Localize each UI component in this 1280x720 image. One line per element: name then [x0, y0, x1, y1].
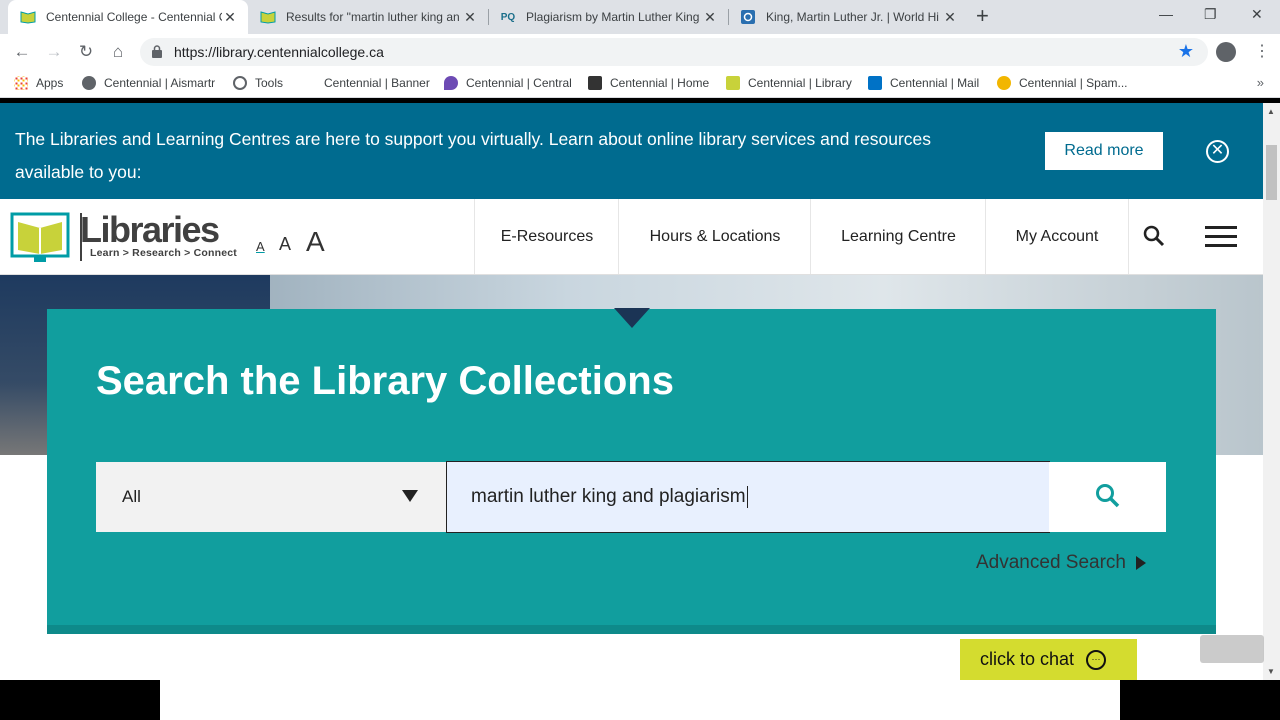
search-scope-select[interactable]: All	[96, 462, 447, 532]
tab-world-history[interactable]: King, Martin Luther Jr. | World Hi ✕	[728, 0, 968, 34]
arrow-right-icon	[1136, 556, 1146, 570]
c-logo-icon	[588, 76, 602, 90]
read-more-button[interactable]: Read more	[1045, 132, 1163, 170]
panel-notch	[614, 308, 650, 328]
bookmark-star-icon[interactable]: ★	[1178, 41, 1194, 62]
browser-toolbar: ← → ↻ ⌂ https://library.centennialcolleg…	[0, 34, 1280, 70]
scrollbar-thumb[interactable]	[1266, 145, 1277, 200]
library-favicon-icon	[726, 76, 740, 90]
library-favicon-icon	[260, 9, 276, 25]
bookmark-central[interactable]: Centennial | Central	[444, 76, 572, 90]
search-submit-button[interactable]	[1049, 462, 1166, 532]
bookmark-banner[interactable]: Centennial | Banner	[324, 76, 430, 90]
panel-footer-strip	[47, 625, 1216, 634]
page-viewport: The Libraries and Learning Centres are h…	[0, 103, 1263, 680]
video-overlay-controls[interactable]	[1200, 635, 1264, 663]
banner-message: The Libraries and Learning Centres are h…	[15, 129, 932, 182]
dropdown-caret-icon	[402, 490, 418, 502]
nav-e-resources[interactable]: E-Resources	[474, 199, 619, 274]
scope-selected-value: All	[122, 487, 141, 506]
font-size-small[interactable]: A	[256, 239, 265, 254]
location-pin-icon	[444, 76, 458, 90]
bookmarks-bar: Apps Centennial | Aismartr Tools Centenn…	[0, 70, 1280, 98]
close-tab-icon[interactable]: ✕	[942, 9, 958, 26]
browser-menu-icon[interactable]: ⋮	[1254, 42, 1270, 62]
bookmark-library[interactable]: Centennial | Library	[726, 76, 852, 90]
bookmark-spam[interactable]: Centennial | Spam...	[997, 76, 1128, 90]
close-tab-icon[interactable]: ✕	[462, 9, 478, 26]
page-scrollbar[interactable]: ▲ ▼	[1263, 103, 1280, 680]
scroll-down-icon[interactable]: ▼	[1267, 667, 1275, 676]
bookmark-home[interactable]: Centennial | Home	[588, 76, 709, 90]
spam-filter-icon	[997, 76, 1011, 90]
font-size-large[interactable]: A	[306, 226, 325, 258]
tab-centennial[interactable]: Centennial College - Centennial C ✕	[8, 0, 248, 34]
globe-icon	[82, 76, 96, 90]
world-history-favicon-icon	[740, 9, 756, 25]
nav-learning-centre[interactable]: Learning Centre	[810, 199, 986, 274]
minimize-icon[interactable]: —	[1159, 6, 1173, 22]
library-favicon-icon	[20, 9, 36, 25]
bookmark-apps[interactable]: Apps	[14, 76, 63, 90]
nav-my-account[interactable]: My Account	[985, 199, 1128, 274]
tab-title: Plagiarism by Martin Luther King	[526, 10, 700, 24]
restore-icon[interactable]: ❐	[1204, 6, 1217, 23]
search-query-text: martin luther king and plagiarism	[471, 486, 748, 508]
close-banner-icon[interactable]: ✕	[1206, 140, 1229, 163]
advanced-search-link[interactable]: Advanced Search	[976, 552, 1146, 574]
tab-title: Centennial College - Centennial C	[46, 10, 222, 24]
font-size-medium[interactable]: A	[279, 234, 291, 255]
tab-proquest[interactable]: PQ Plagiarism by Martin Luther King ✕	[488, 0, 728, 34]
bookmark-tools[interactable]: Tools	[233, 76, 283, 90]
site-header: Libraries Learn > Research > Connect A A…	[0, 199, 1263, 275]
proquest-favicon-icon: PQ	[500, 11, 516, 23]
letterbox-inner	[160, 680, 1120, 720]
close-tab-icon[interactable]: ✕	[702, 9, 718, 26]
address-bar[interactable]: https://library.centennialcollege.ca ★	[140, 38, 1208, 66]
forward-icon[interactable]: →	[44, 42, 64, 62]
back-icon[interactable]: ←	[12, 42, 32, 62]
notice-banner: The Libraries and Learning Centres are h…	[0, 103, 1263, 199]
nav-hours-locations[interactable]: Hours & Locations	[618, 199, 811, 274]
logo-tagline: Learn > Research > Connect	[90, 247, 238, 259]
window-close-icon[interactable]: ✕	[1251, 6, 1263, 23]
scroll-up-icon[interactable]: ▲	[1267, 107, 1275, 116]
text-cursor	[746, 486, 748, 508]
tab-title: Results for "martin luther king an	[286, 10, 460, 24]
outlook-icon	[868, 76, 882, 90]
search-input[interactable]: martin luther king and plagiarism	[446, 461, 1050, 533]
libraries-logo-icon[interactable]	[10, 208, 70, 264]
search-panel: Search the Library Collections All marti…	[47, 308, 1216, 634]
search-icon	[1096, 484, 1120, 508]
search-title: Search the Library Collections	[96, 359, 674, 403]
bookmark-aismartr[interactable]: Centennial | Aismartr	[82, 76, 215, 90]
more-bookmarks-icon[interactable]: »	[1257, 75, 1264, 90]
tab-results[interactable]: Results for "martin luther king an ✕	[248, 0, 488, 34]
tab-strip: Centennial College - Centennial C ✕ Resu…	[0, 0, 1280, 34]
clock-icon	[233, 76, 247, 90]
hamburger-menu-icon[interactable]	[1205, 226, 1237, 253]
close-tab-icon[interactable]: ✕	[222, 9, 238, 26]
tab-title: King, Martin Luther Jr. | World Hi	[766, 10, 939, 24]
home-icon[interactable]: ⌂	[108, 42, 128, 62]
reload-icon[interactable]: ↻	[76, 42, 96, 62]
logo-wordmark: Libraries	[80, 209, 220, 250]
apps-grid-icon	[14, 76, 28, 90]
site-search-icon[interactable]	[1128, 199, 1178, 274]
lock-icon	[152, 45, 162, 58]
new-tab-icon[interactable]: +	[976, 5, 989, 27]
url-text: https://library.centennialcollege.ca	[174, 44, 384, 60]
chat-button[interactable]: click to chat ···	[960, 639, 1137, 680]
bookmark-mail[interactable]: Centennial | Mail	[868, 76, 979, 90]
profile-avatar-icon[interactable]	[1216, 42, 1236, 62]
chat-bubble-icon: ···	[1086, 649, 1107, 670]
